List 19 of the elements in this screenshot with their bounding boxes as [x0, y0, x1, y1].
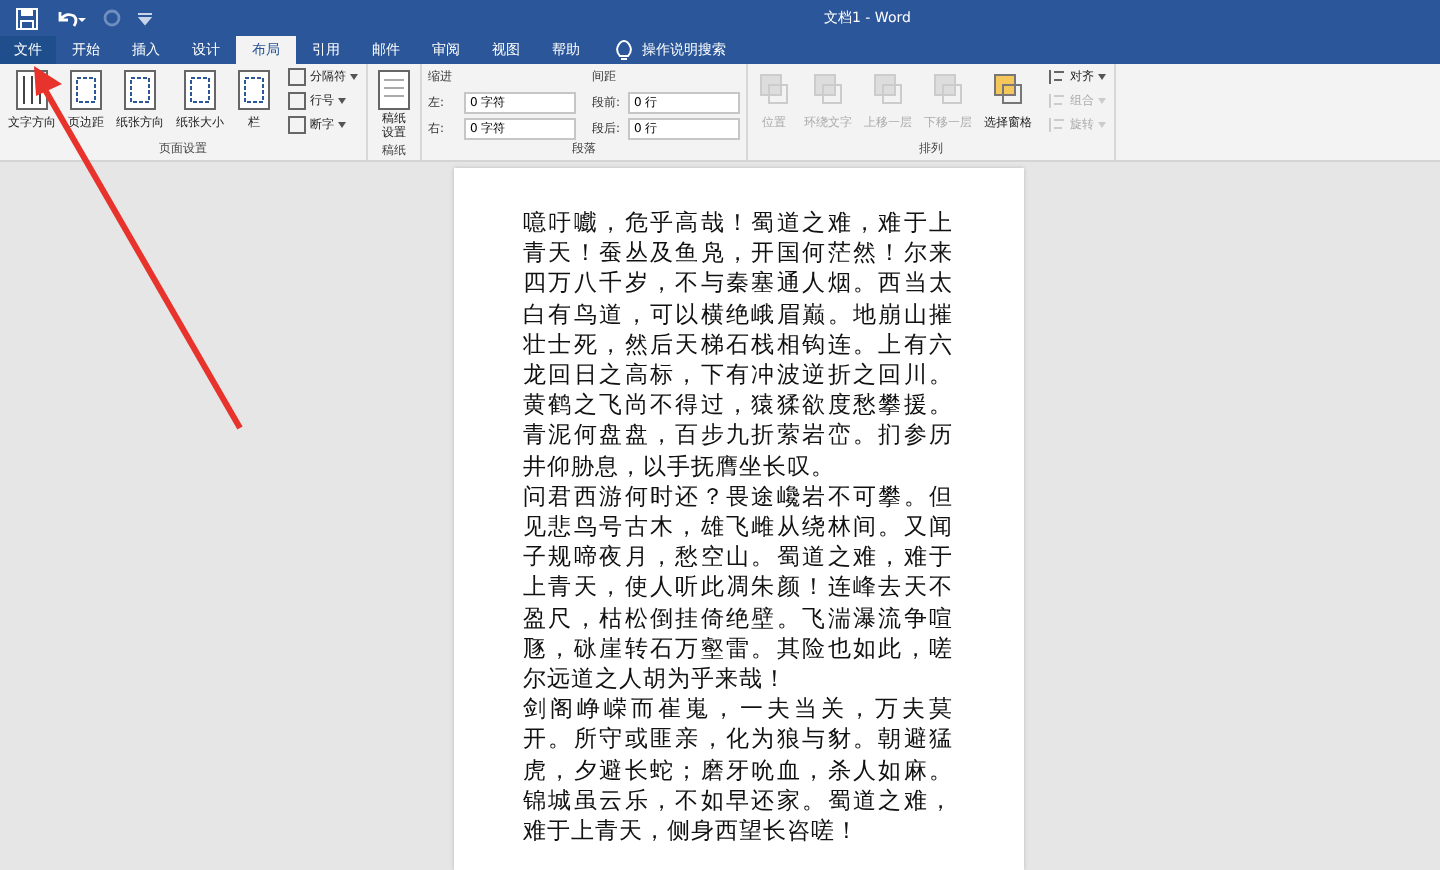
caret-icon — [338, 98, 346, 104]
caret-icon — [338, 122, 346, 128]
caret-icon — [1098, 98, 1106, 104]
poem-paragraph: 问君西游何时还？畏途巉岩不可攀。但见悲鸟号古木，雄飞雌从绕林间。又闻子规啼夜月，愁空山。蜀道之难，难于上青天，使人听此凋朱颜！连峰去天不盈尺，枯松倒挂倚绝壁。飞湍瀑流争喧豗，砯崖转石万壑雷。其险也如此，嗟尔远道之人胡为乎来哉！ — [523, 481, 953, 695]
save-icon[interactable] — [16, 7, 38, 29]
caret-icon — [1098, 74, 1106, 80]
square-icon — [288, 92, 306, 110]
customize-icon[interactable] — [138, 11, 152, 25]
caret-icon — [350, 74, 358, 80]
square-icon — [288, 68, 306, 86]
lightbulb-icon — [616, 39, 632, 61]
undo-icon[interactable] — [54, 7, 86, 29]
poem-paragraph: 剑阁峥嵘而崔嵬，一夫当关，万夫莫开。所守或匪亲，化为狼与豺。朝避猛虎，夕避长蛇；磨牙吮血，杀人如麻。锦城虽云乐，不如早还家。蜀道之难，难于上青天，侧身西望长咨嗟！ — [523, 694, 953, 847]
align-icon — [1048, 92, 1066, 110]
align-icon — [1048, 116, 1066, 134]
square-icon — [288, 116, 306, 134]
caret-icon — [1098, 122, 1106, 128]
poem-paragraph: 噫吁嚱，危乎高哉！蜀道之难，难于上青天！蚕丛及鱼凫，开国何茫然！尔来四万八千岁，不与秦塞通人烟。西当太白有鸟道，可以横绝峨眉巅。地崩山摧壮士死，然后天梯石栈相钩连。上有六龙回日之高标，下有冲波逆折之回川。黄鹤之飞尚不得过，猿猱欲度愁攀援。青泥何盘盘，百步九折萦岩峦。扪参历井仰胁息，以手抚膺坐长叹。 — [523, 208, 953, 482]
align-icon — [1048, 68, 1066, 86]
